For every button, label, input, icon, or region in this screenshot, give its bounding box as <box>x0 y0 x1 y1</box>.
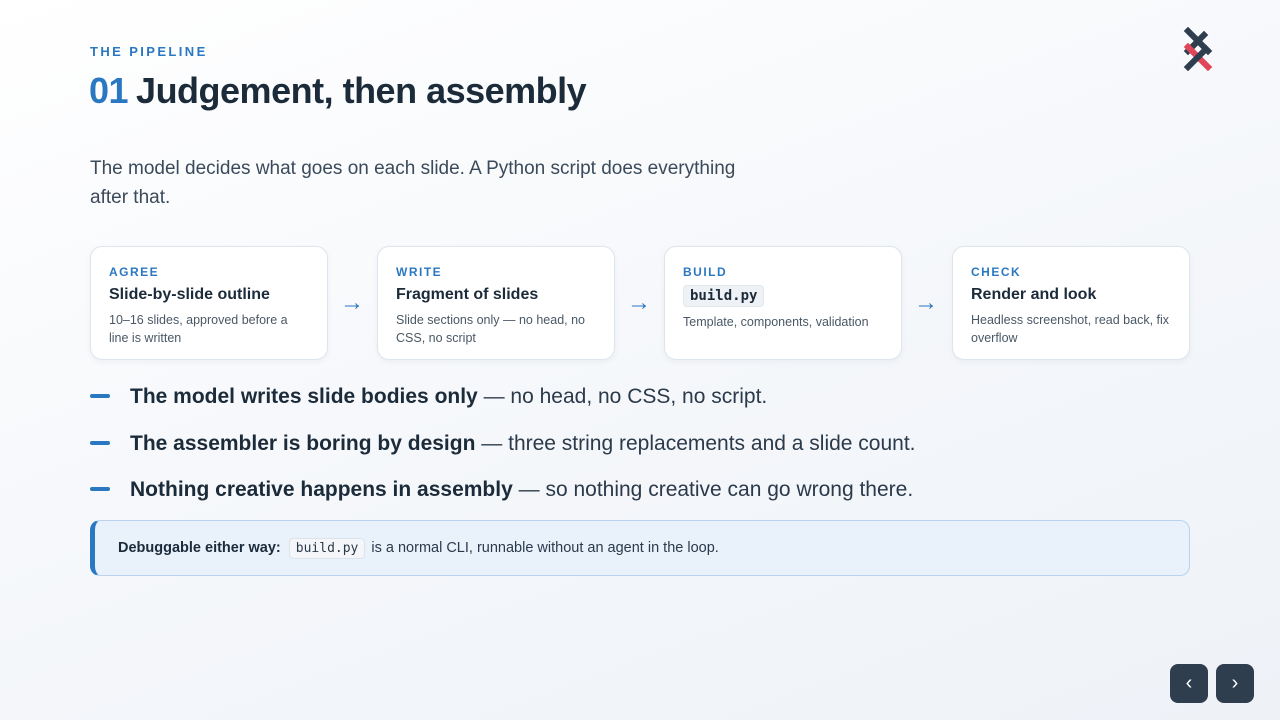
page-title: 01 Judgement, then assembly <box>89 70 587 112</box>
section-eyebrow: THE PIPELINE <box>90 44 208 59</box>
step-title: Render and look <box>971 286 1097 303</box>
step-card-write: WRITE Fragment of slides Slide sections … <box>377 246 615 360</box>
step-title-code: build.py <box>683 285 765 307</box>
callout-note: Debuggable either way: build.py is a nor… <box>90 520 1190 576</box>
bullet-rest: — no head, no CSS, no script. <box>477 385 768 408</box>
step-desc: Slide sections only — no head, no CSS, n… <box>396 313 586 345</box>
slide-number: 01 <box>89 70 129 111</box>
bullet-dash-icon <box>90 440 110 445</box>
step-tag: CHECK <box>971 265 1022 279</box>
bullet-dash-icon <box>90 487 110 491</box>
prev-slide-button[interactable]: ‹ <box>1170 664 1208 703</box>
bullet-bold: The model writes slide bodies only <box>130 385 478 408</box>
x-logo-icon <box>1183 27 1213 71</box>
callout-bold: Debuggable either way: <box>118 540 281 556</box>
step-tag: WRITE <box>396 265 443 279</box>
list-item: Nothing creative happens in assembly — s… <box>90 473 1190 520</box>
step-card-check: CHECK Render and look Headless screensho… <box>952 246 1190 360</box>
bullet-bold: The assembler is boring by design <box>130 431 476 455</box>
bullet-list: The model writes slide bodies only — no … <box>90 380 1190 520</box>
chevron-right-icon: › <box>1231 672 1239 694</box>
next-slide-button[interactable]: › <box>1216 664 1254 703</box>
callout-text: is a normal CLI, runnable without an age… <box>371 540 719 556</box>
step-tag: BUILD <box>683 265 728 279</box>
list-item: The assembler is boring by design — thre… <box>90 427 1190 474</box>
title-text: Judgement, then assembly <box>136 70 587 111</box>
step-desc: Template, components, validation <box>683 315 869 329</box>
lede-text: The model decides what goes on each slid… <box>90 158 736 208</box>
arrow-right-icon: → <box>914 289 938 316</box>
step-title: Slide-by-slide outline <box>109 286 270 303</box>
chevron-left-icon: ‹ <box>1185 672 1193 694</box>
step-desc: Headless screenshot, read back, fix over… <box>971 313 1170 345</box>
bullet-rest: — so nothing creative can go wrong there… <box>512 478 914 501</box>
step-desc: 10–16 slides, approved before a line is … <box>109 313 288 345</box>
arrow-right-icon: → <box>627 289 651 316</box>
bullet-bold: Nothing creative happens in assembly <box>130 478 513 501</box>
step-title: Fragment of slides <box>396 286 539 303</box>
arrow-right-icon: → <box>340 289 364 316</box>
bullet-rest: — three string replacements and a slide … <box>475 431 916 455</box>
bullet-text: The assembler is boring by design — thre… <box>130 430 916 458</box>
step-tag: AGREE <box>109 265 160 279</box>
bullet-text: The model writes slide bodies only — no … <box>130 383 767 411</box>
pipeline-steps: AGREE Slide-by-slide outline 10–16 slide… <box>90 246 1190 360</box>
callout-code: build.py <box>288 537 366 559</box>
bullet-dash-icon <box>90 394 110 398</box>
bullet-text: Nothing creative happens in assembly — s… <box>130 476 913 504</box>
step-card-agree: AGREE Slide-by-slide outline 10–16 slide… <box>90 246 328 360</box>
step-card-build: BUILD build.py Template, components, val… <box>664 246 902 360</box>
list-item: The model writes slide bodies only — no … <box>90 380 1190 427</box>
